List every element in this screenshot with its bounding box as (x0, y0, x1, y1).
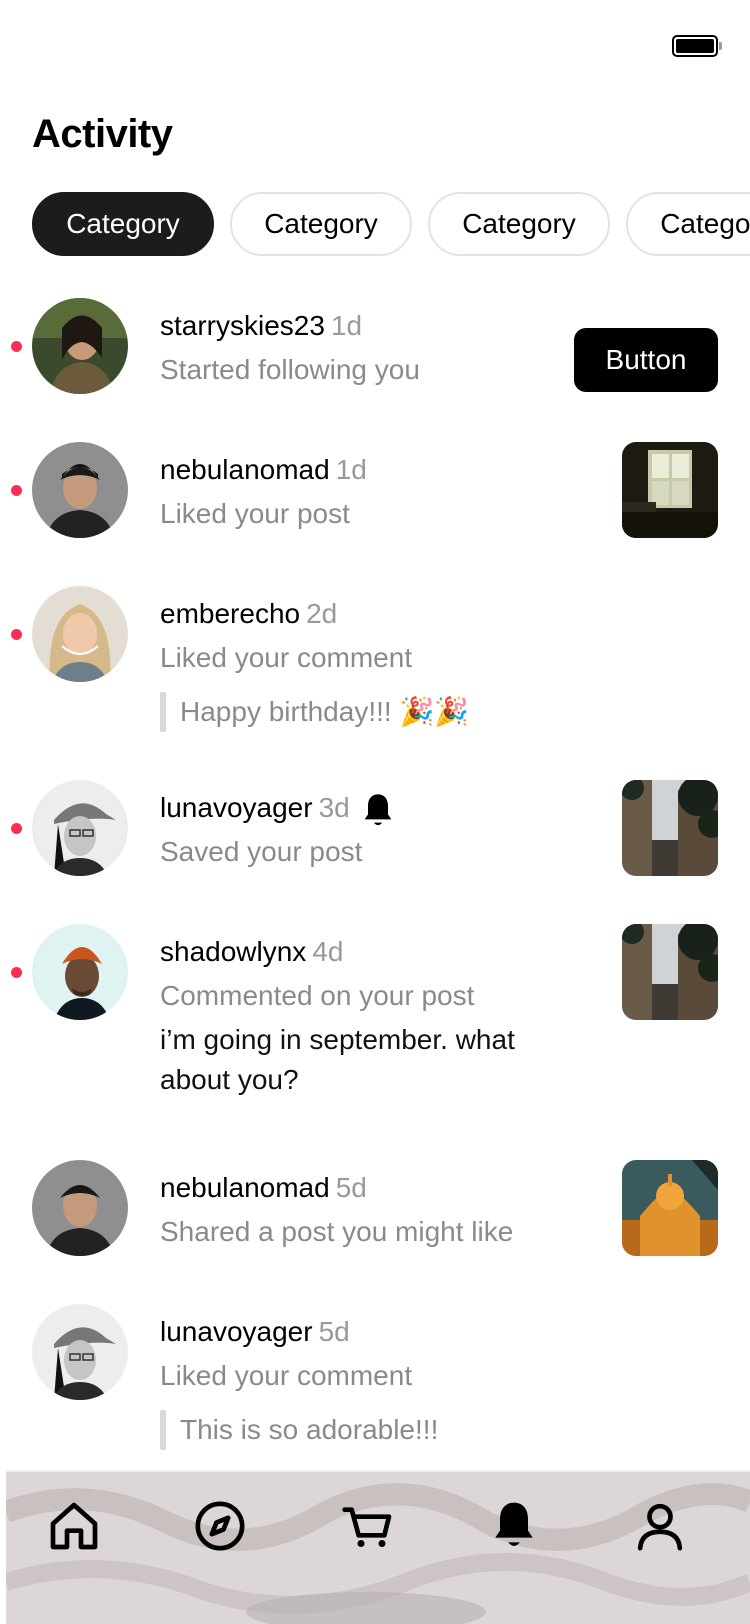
avatar[interactable] (32, 298, 128, 394)
status-bar (0, 0, 750, 90)
username[interactable]: nebulanomad (160, 1172, 330, 1203)
tab-explore[interactable] (192, 1498, 248, 1554)
avatar[interactable] (32, 780, 128, 876)
timestamp: 3d (318, 792, 350, 823)
profile-icon (637, 1503, 683, 1551)
timestamp: 5d (335, 1172, 367, 1203)
username[interactable]: lunavoyager (160, 792, 313, 823)
username[interactable]: nebulanomad (160, 454, 330, 485)
battery-icon (672, 35, 718, 57)
activity-description: Liked your post (160, 498, 350, 529)
tab-notifications[interactable] (486, 1498, 542, 1554)
activity-description: Liked your comment (160, 1360, 413, 1391)
unread-dot (11, 485, 22, 496)
category-chips: CategoryCategoryCategoryCategory (32, 192, 750, 256)
tab-profile[interactable] (632, 1498, 688, 1554)
avatar[interactable] (32, 1304, 128, 1400)
tab-cart[interactable] (340, 1498, 396, 1554)
avatar[interactable] (32, 442, 128, 538)
post-thumbnail[interactable] (622, 1160, 718, 1256)
category-chip[interactable]: Category (32, 192, 214, 256)
activity-description: Shared a post you might like (160, 1216, 514, 1247)
activity-description: Liked your comment (160, 642, 413, 673)
follow-back-button[interactable]: Button (574, 328, 718, 392)
activity-description: Saved your post (160, 836, 363, 867)
avatar[interactable] (32, 586, 128, 682)
username[interactable]: lunavoyager (160, 1316, 313, 1347)
compass-icon (195, 1501, 245, 1551)
bell-icon (358, 790, 398, 832)
category-chip[interactable]: Category (230, 192, 412, 256)
comment-text: i’m going in september. what about you? (160, 1024, 515, 1095)
quoted-comment: This is so adorable!!! (160, 1410, 560, 1450)
timestamp: 4d (312, 936, 344, 967)
tab-home[interactable] (46, 1498, 102, 1554)
timestamp: 5d (318, 1316, 350, 1347)
home-icon (50, 1502, 98, 1550)
post-thumbnail[interactable] (622, 780, 718, 876)
unread-dot (11, 341, 22, 352)
post-thumbnail[interactable] (622, 924, 718, 1020)
unread-dot (11, 823, 22, 834)
timestamp: 2d (306, 598, 338, 629)
timestamp: 1d (335, 454, 367, 485)
timestamp: 1d (330, 310, 363, 341)
unread-dot (11, 967, 22, 978)
avatar[interactable] (32, 1160, 128, 1256)
quoted-comment: Happy birthday!!! 🎉🎉 (160, 692, 560, 732)
bell-icon (495, 1502, 533, 1546)
tab-bar (6, 1470, 750, 1624)
username[interactable]: emberecho (160, 598, 300, 629)
category-chip[interactable]: Category (428, 192, 610, 256)
activity-description: Started following you (160, 354, 420, 385)
username[interactable]: starryskies23 (160, 310, 325, 341)
unread-dot (11, 629, 22, 640)
post-thumbnail[interactable] (622, 442, 718, 538)
avatar[interactable] (32, 924, 128, 1020)
cart-icon (342, 1507, 392, 1547)
activity-description: Commented on your post (160, 980, 475, 1011)
username[interactable]: shadowlynx (160, 936, 306, 967)
page-title: Activity (32, 112, 173, 156)
category-chip[interactable]: Category (626, 192, 750, 256)
